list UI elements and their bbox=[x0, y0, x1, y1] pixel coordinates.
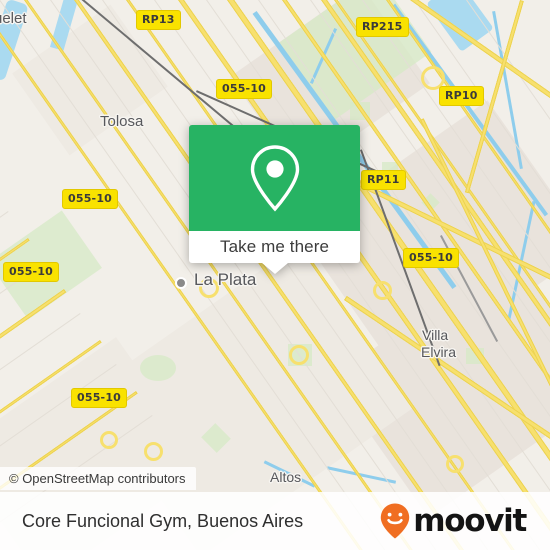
attribution-text: © OpenStreetMap contributors bbox=[9, 471, 186, 486]
road-shield: RP13 bbox=[136, 10, 181, 30]
take-me-there-button[interactable]: Take me there bbox=[189, 231, 360, 263]
moovit-wordmark: moovit bbox=[413, 502, 527, 539]
road-shield: 055-10 bbox=[62, 189, 119, 209]
page-title: Core Funcional Gym, Buenos Aires bbox=[22, 510, 304, 531]
roundabout bbox=[144, 442, 163, 461]
place-label: Villa bbox=[422, 327, 449, 343]
moovit-logo[interactable]: moovit bbox=[379, 502, 527, 540]
place-label: uelet bbox=[0, 10, 27, 27]
place-label-la-plata: La Plata bbox=[194, 270, 257, 289]
moovit-pin-smiley-icon bbox=[381, 503, 410, 539]
place-label: Elvira bbox=[421, 344, 457, 360]
place-label: Altos bbox=[270, 469, 302, 485]
map-attribution[interactable]: © OpenStreetMap contributors bbox=[0, 467, 196, 490]
road-shield: 055-10 bbox=[71, 388, 128, 408]
popup-icon-panel bbox=[189, 125, 360, 231]
destination-popup[interactable]: Take me there bbox=[189, 125, 360, 274]
road-shield: 055-10 bbox=[216, 79, 273, 99]
road-shield: 055-10 bbox=[3, 262, 60, 282]
take-me-there-label: Take me there bbox=[219, 237, 330, 256]
footer-bar: Core Funcional Gym, Buenos Aires moovit bbox=[0, 492, 550, 550]
park-area bbox=[140, 355, 176, 381]
map-screenshot: RP13 RP215 RP10 055-10 055-10 055-10 055… bbox=[0, 0, 550, 550]
city-marker-dot bbox=[175, 277, 187, 289]
roundabout bbox=[446, 455, 464, 473]
road-shield: RP10 bbox=[439, 86, 484, 106]
place-label: Tolosa bbox=[100, 113, 144, 130]
road-shield: 055-10 bbox=[403, 248, 460, 268]
roundabout bbox=[373, 281, 392, 300]
roundabout bbox=[100, 431, 118, 449]
road-shield: RP215 bbox=[356, 17, 409, 37]
popup-tail bbox=[261, 263, 288, 274]
roundabout bbox=[289, 345, 309, 365]
map-canvas[interactable]: RP13 RP215 RP10 055-10 055-10 055-10 055… bbox=[0, 0, 550, 550]
road-shield: RP11 bbox=[361, 170, 406, 190]
map-pin-icon bbox=[250, 145, 299, 212]
